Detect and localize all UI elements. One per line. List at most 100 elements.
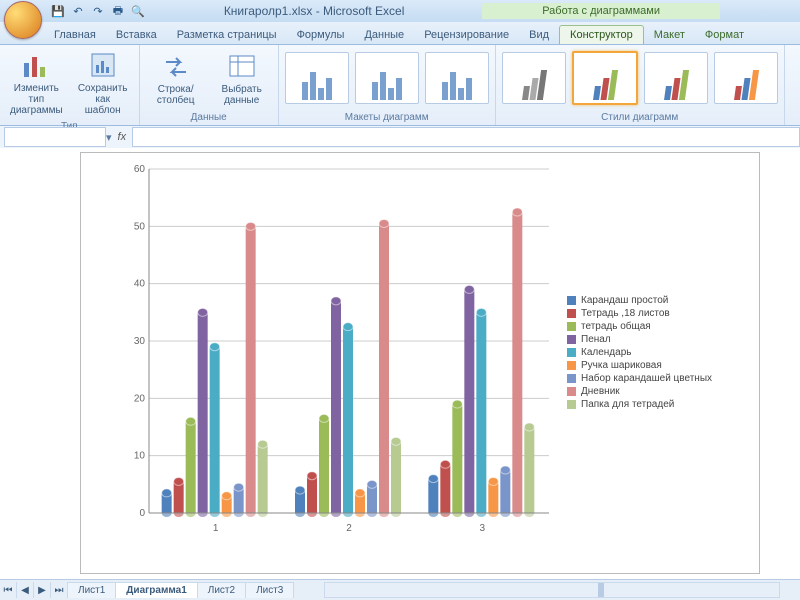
- chart-style-1[interactable]: [502, 52, 566, 104]
- chart-legend[interactable]: Карандаш простой Тетрадь ,18 листов тетрад…: [567, 293, 712, 412]
- group-label: Макеты диаграмм: [279, 111, 495, 125]
- tab-Разметка страницы[interactable]: Разметка страницы: [167, 26, 287, 44]
- sheet-tab-bar: ⏮ ◀ ▶ ⏭ Лист1Диаграмма1Лист2Лист3: [0, 579, 800, 600]
- dropdown-icon[interactable]: ▾: [106, 131, 112, 144]
- legend-label: тетрадь общая: [581, 321, 651, 332]
- legend-swatch: [567, 374, 576, 383]
- worksheet-area: 0 10 20 30 40 50 60 1 2 3 Карандаш простой Тетрадь…: [0, 148, 800, 580]
- svg-text:3: 3: [480, 523, 486, 534]
- contextual-title: Работа с диаграммами: [482, 3, 720, 19]
- change-chart-type-button[interactable]: Изменить тип диаграммы: [6, 47, 67, 118]
- tab-nav-last-icon[interactable]: ⏭: [51, 582, 68, 598]
- tab-Формат[interactable]: Формат: [695, 26, 754, 44]
- svg-text:1: 1: [213, 523, 219, 534]
- sheet-tab-Лист2[interactable]: Лист2: [197, 582, 246, 598]
- tab-Формулы[interactable]: Формулы: [287, 26, 355, 44]
- legend-label: Дневник: [581, 386, 620, 397]
- legend-label: Ручка шариковая: [581, 360, 662, 371]
- chart-style-3[interactable]: [644, 52, 708, 104]
- chart-style-2[interactable]: [572, 51, 638, 105]
- svg-text:20: 20: [134, 393, 146, 404]
- horizontal-scrollbar[interactable]: [324, 582, 780, 598]
- legend-label: Тетрадь ,18 листов: [581, 308, 670, 319]
- legend-swatch: [567, 400, 576, 409]
- chart-plot: 0 10 20 30 40 50 60 1 2 3: [119, 161, 557, 541]
- legend-label: Пенал: [581, 334, 611, 345]
- formula-input[interactable]: [132, 127, 800, 147]
- legend-label: Папка для тетрадей: [581, 399, 674, 410]
- svg-text:40: 40: [134, 279, 146, 290]
- ribbon-tabs: ГлавнаяВставкаРазметка страницыФормулыДа…: [0, 22, 800, 45]
- legend-swatch: [567, 335, 576, 344]
- chart-object[interactable]: 0 10 20 30 40 50 60 1 2 3 Карандаш простой Тетрадь…: [80, 152, 760, 574]
- ribbon: Изменить тип диаграммы Сохранить как шаб…: [0, 45, 800, 126]
- tab-Рецензирование[interactable]: Рецензирование: [414, 26, 519, 44]
- chart-layout-2[interactable]: [355, 52, 419, 104]
- redo-icon[interactable]: ↷: [90, 3, 106, 19]
- legend-label: Карандаш простой: [581, 295, 668, 306]
- legend-item[interactable]: Папка для тетрадей: [567, 399, 712, 410]
- tab-Вид[interactable]: Вид: [519, 26, 559, 44]
- quick-access-toolbar: 💾 ↶ ↷ 🖶 🔍: [50, 3, 146, 19]
- legend-swatch: [567, 296, 576, 305]
- legend-item[interactable]: Дневник: [567, 386, 712, 397]
- legend-swatch: [567, 309, 576, 318]
- legend-item[interactable]: тетрадь общая: [567, 321, 712, 332]
- group-chart-layouts: Макеты диаграмм: [279, 45, 496, 125]
- svg-text:10: 10: [134, 451, 146, 462]
- group-label: Стили диаграмм: [496, 111, 784, 125]
- legend-item[interactable]: Карандаш простой: [567, 295, 712, 306]
- legend-swatch: [567, 361, 576, 370]
- print-icon[interactable]: 🖶: [110, 3, 126, 19]
- svg-text:50: 50: [134, 221, 146, 232]
- tab-Данные[interactable]: Данные: [354, 26, 414, 44]
- save-template-button[interactable]: Сохранить как шаблон: [73, 47, 133, 118]
- undo-icon[interactable]: ↶: [70, 3, 86, 19]
- legend-swatch: [567, 348, 576, 357]
- group-location: Перем диагр Располо: [785, 45, 800, 125]
- sheet-tab-Лист3[interactable]: Лист3: [245, 582, 294, 598]
- chart-style-4[interactable]: [714, 52, 778, 104]
- legend-label: Набор карандашей цветных: [581, 373, 712, 384]
- template-icon: [87, 49, 119, 81]
- svg-text:0: 0: [139, 508, 145, 519]
- legend-item[interactable]: Набор карандашей цветных: [567, 373, 712, 384]
- select-data-button[interactable]: Выбрать данные: [212, 48, 272, 108]
- window-title: Книгаролр1.xlsx - Microsoft Excel: [146, 4, 482, 18]
- name-box[interactable]: [4, 127, 106, 147]
- svg-text:30: 30: [134, 336, 146, 347]
- group-label: Располо: [785, 111, 800, 125]
- chart-type-icon: [20, 49, 52, 81]
- preview-icon[interactable]: 🔍: [130, 3, 146, 19]
- switch-icon: [160, 50, 192, 82]
- svg-text:60: 60: [134, 164, 146, 175]
- group-data: Строка/столбец Выбрать данные Данные: [140, 45, 279, 125]
- svg-text:2: 2: [346, 523, 352, 534]
- chart-layout-3[interactable]: [425, 52, 489, 104]
- tab-nav-first-icon[interactable]: ⏮: [0, 582, 17, 598]
- chart-layout-1[interactable]: [285, 52, 349, 104]
- office-button[interactable]: [4, 1, 42, 39]
- group-type: Изменить тип диаграммы Сохранить как шаб…: [0, 45, 140, 125]
- save-icon[interactable]: 💾: [50, 3, 66, 19]
- tab-Вставка[interactable]: Вставка: [106, 26, 167, 44]
- sheet-tab-Лист1[interactable]: Лист1: [67, 582, 116, 598]
- tab-nav-prev-icon[interactable]: ◀: [17, 582, 34, 598]
- legend-swatch: [567, 322, 576, 331]
- select-data-icon: [226, 50, 258, 82]
- group-label: Данные: [140, 111, 278, 125]
- fx-label[interactable]: fx: [118, 131, 127, 143]
- legend-item[interactable]: Календарь: [567, 347, 712, 358]
- tab-nav-next-icon[interactable]: ▶: [34, 582, 51, 598]
- legend-item[interactable]: Ручка шариковая: [567, 360, 712, 371]
- legend-swatch: [567, 387, 576, 396]
- legend-label: Календарь: [581, 347, 631, 358]
- tab-Конструктор[interactable]: Конструктор: [559, 25, 644, 44]
- tab-Главная[interactable]: Главная: [44, 26, 106, 44]
- legend-item[interactable]: Тетрадь ,18 листов: [567, 308, 712, 319]
- tab-Макет[interactable]: Макет: [644, 26, 695, 44]
- legend-item[interactable]: Пенал: [567, 334, 712, 345]
- move-chart-button[interactable]: Перем диагр: [791, 48, 800, 108]
- switch-row-col-button[interactable]: Строка/столбец: [146, 48, 206, 108]
- sheet-tab-Диаграмма1[interactable]: Диаграмма1: [115, 582, 197, 598]
